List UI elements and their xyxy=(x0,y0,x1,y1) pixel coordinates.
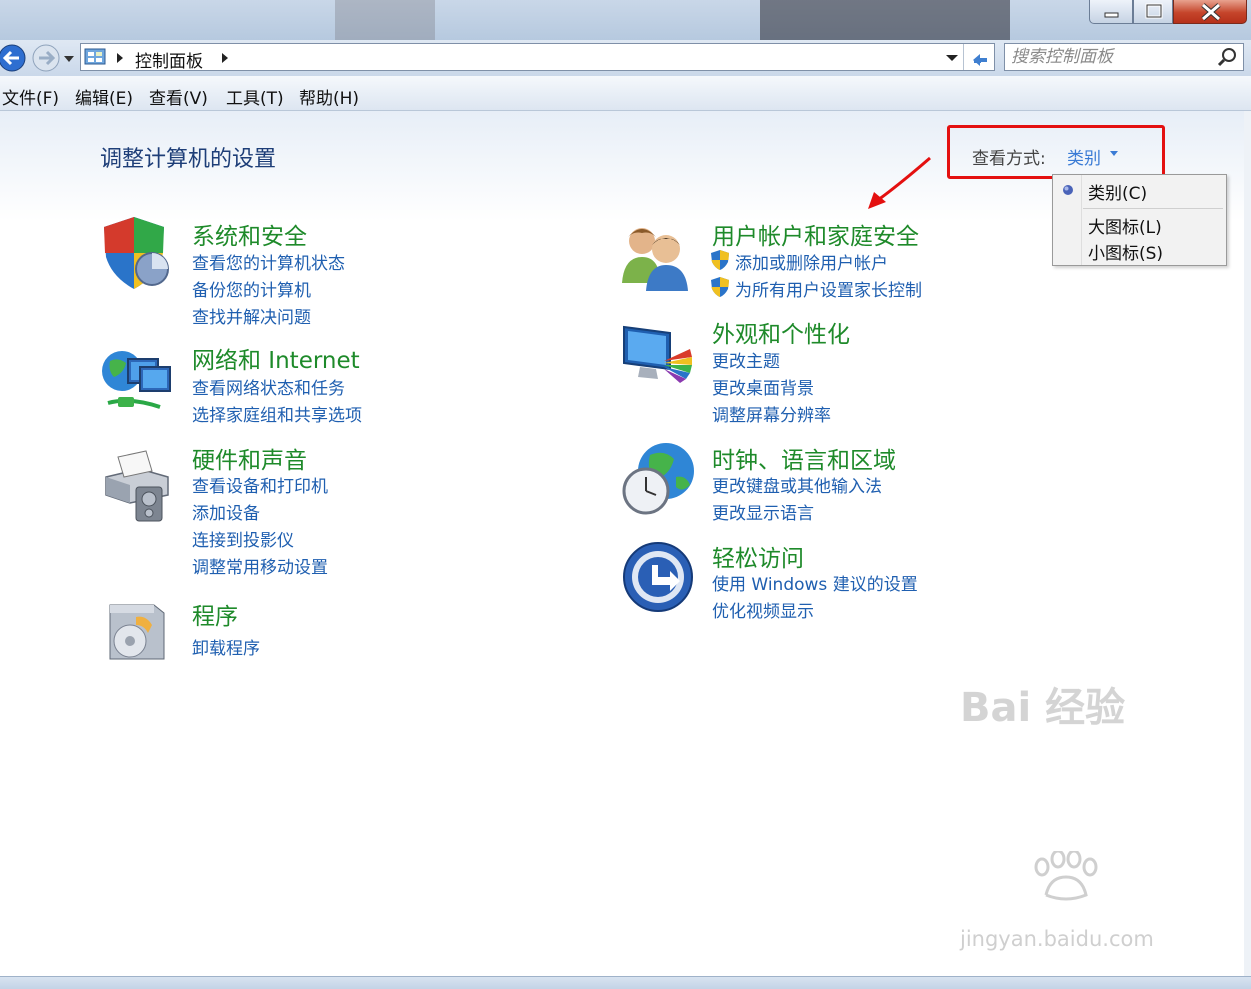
search-input[interactable] xyxy=(1011,46,1211,68)
watermark-brand: Bai 经验 xyxy=(960,684,1126,731)
control-panel-icon xyxy=(84,48,106,65)
hardware-printer-icon[interactable] xyxy=(100,447,175,522)
category-system-security[interactable]: 系统和安全 xyxy=(192,217,307,251)
link-devices-printers[interactable]: 查看设备和打印机 xyxy=(192,472,328,497)
link-display-language[interactable]: 更改显示语言 xyxy=(712,499,814,524)
link-screen-resolution[interactable]: 调整屏幕分辨率 xyxy=(712,401,831,426)
menu-view[interactable]: 查看(V) xyxy=(149,84,208,109)
category-ease-of-access[interactable]: 轻松访问 xyxy=(712,539,804,573)
link-network-status[interactable]: 查看网络状态和任务 xyxy=(192,374,345,399)
search-box[interactable] xyxy=(1004,43,1244,71)
watermark-url: jingyan.baidu.com xyxy=(960,927,1154,951)
refresh-icon[interactable] xyxy=(969,48,991,68)
menu-edit[interactable]: 编辑(E) xyxy=(75,84,133,109)
category-appearance[interactable]: 外观和个性化 xyxy=(712,315,850,349)
category-user-accounts[interactable]: 用户帐户和家庭安全 xyxy=(712,217,919,251)
link-add-remove-accounts[interactable]: 添加或删除用户帐户 xyxy=(735,249,888,274)
link-change-keyboard[interactable]: 更改键盘或其他输入法 xyxy=(712,472,882,497)
address-bar[interactable]: 控制面板 xyxy=(80,43,995,72)
menu-tools[interactable]: 工具(T) xyxy=(226,84,284,109)
divider xyxy=(963,44,964,70)
menu-file[interactable]: 文件(F) xyxy=(2,84,59,109)
breadcrumb-control-panel[interactable]: 控制面板 xyxy=(135,47,203,72)
menu-separator xyxy=(1083,208,1223,209)
background-window-ghost xyxy=(335,0,435,40)
maximize-button[interactable] xyxy=(1133,0,1173,24)
link-mobility-settings[interactable]: 调整常用移动设置 xyxy=(192,553,328,578)
link-change-background[interactable]: 更改桌面背景 xyxy=(712,374,814,399)
view-option-small-icons[interactable]: 小图标(S) xyxy=(1088,239,1163,264)
user-accounts-icon[interactable] xyxy=(620,221,695,291)
status-strip xyxy=(0,976,1251,989)
system-security-shield-icon[interactable] xyxy=(100,217,175,292)
menu-bar: 文件(F) 编辑(E) 查看(V) 工具(T) 帮助(H) xyxy=(0,76,1251,111)
link-optimize-visual-display[interactable]: 优化视频显示 xyxy=(712,597,814,622)
minimize-icon xyxy=(1104,12,1119,18)
back-icon[interactable] xyxy=(0,44,26,72)
link-add-device[interactable]: 添加设备 xyxy=(192,499,260,524)
link-parental-controls[interactable]: 为所有用户设置家长控制 xyxy=(735,276,922,301)
maximize-icon xyxy=(1145,3,1163,19)
control-panel-content: 调整计算机的设置 查看方式: 类别 类别(C) 大图标(L) 小图标(S) 系统… xyxy=(0,111,1251,978)
baidu-paw-logo xyxy=(1034,851,1098,901)
uac-shield-icon xyxy=(711,277,729,297)
category-programs[interactable]: 程序 xyxy=(192,597,238,631)
annotation-arrow-icon xyxy=(868,156,931,209)
view-by-dropdown[interactable]: 类别 xyxy=(1067,144,1101,169)
breadcrumb-separator-icon[interactable] xyxy=(116,53,124,63)
view-option-category[interactable]: 类别(C) xyxy=(1088,179,1147,204)
link-uninstall-program[interactable]: 卸载程序 xyxy=(192,634,260,659)
link-troubleshoot[interactable]: 查找并解决问题 xyxy=(192,303,311,328)
link-connect-projector[interactable]: 连接到投影仪 xyxy=(192,526,294,551)
category-network[interactable]: 网络和 Internet xyxy=(192,341,360,375)
category-clock-language[interactable]: 时钟、语言和区域 xyxy=(712,441,896,475)
close-button[interactable] xyxy=(1173,0,1247,24)
navigation-bar: 控制面板 xyxy=(0,40,1251,76)
search-icon[interactable] xyxy=(1217,47,1239,67)
link-view-computer-status[interactable]: 查看您的计算机状态 xyxy=(192,249,345,274)
address-dropdown-icon[interactable] xyxy=(945,54,959,62)
uac-shield-icon xyxy=(711,250,729,270)
ease-of-access-icon[interactable] xyxy=(622,541,694,613)
link-backup-computer[interactable]: 备份您的计算机 xyxy=(192,276,311,301)
breadcrumb-separator-icon[interactable] xyxy=(221,53,229,63)
radio-selected-icon xyxy=(1063,185,1073,195)
programs-icon[interactable] xyxy=(100,597,170,667)
view-by-label: 查看方式: xyxy=(972,149,1046,169)
minimize-button[interactable] xyxy=(1089,0,1133,24)
view-option-large-icons[interactable]: 大图标(L) xyxy=(1088,213,1162,238)
history-dropdown-icon[interactable] xyxy=(64,56,74,62)
clock-globe-icon[interactable] xyxy=(620,441,698,517)
appearance-monitor-icon[interactable] xyxy=(620,321,695,391)
network-globe-icon[interactable] xyxy=(100,347,175,417)
link-change-theme[interactable]: 更改主题 xyxy=(712,347,780,372)
link-windows-suggested-settings[interactable]: 使用 Windows 建议的设置 xyxy=(712,570,918,595)
view-by-menu: 类别(C) 大图标(L) 小图标(S) xyxy=(1052,174,1227,266)
menu-help[interactable]: 帮助(H) xyxy=(299,84,359,109)
link-homegroup-sharing[interactable]: 选择家庭组和共享选项 xyxy=(192,401,362,426)
background-window-ghost xyxy=(760,0,1010,40)
chevron-down-icon[interactable] xyxy=(1110,151,1118,157)
close-icon xyxy=(1201,3,1221,21)
menu-gutter xyxy=(1081,175,1082,265)
window-right-edge xyxy=(1244,111,1251,977)
category-hardware-sound[interactable]: 硬件和声音 xyxy=(192,441,307,475)
back-forward-controls xyxy=(0,44,74,72)
forward-icon[interactable] xyxy=(32,44,60,72)
title-bar xyxy=(0,0,1251,40)
page-title: 调整计算机的设置 xyxy=(100,147,277,172)
